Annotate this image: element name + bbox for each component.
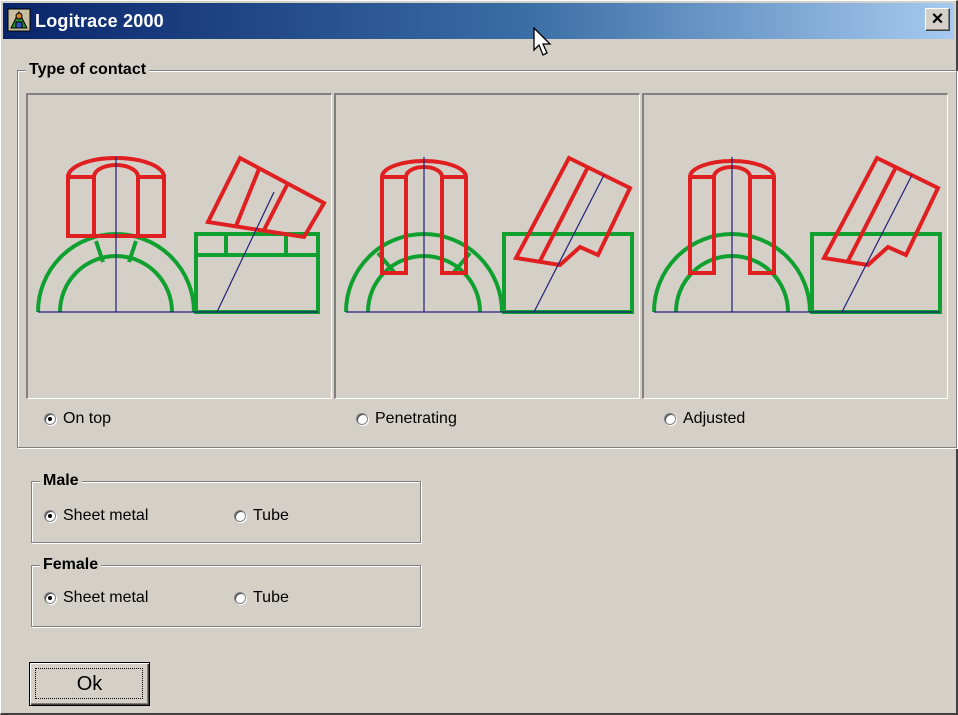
radio-female-sheet-metal[interactable]: Sheet metal <box>44 588 148 608</box>
radio-adjusted[interactable]: Adjusted <box>664 409 745 429</box>
male-legend: Male <box>40 471 82 491</box>
radio-button-icon <box>44 413 56 425</box>
type-of-contact-legend: Type of contact <box>26 60 150 80</box>
close-button[interactable]: × <box>925 8 950 31</box>
adjusted-illustration[interactable] <box>642 93 948 399</box>
radio-on-top-label: On top <box>63 410 112 427</box>
penetrating-illustration[interactable] <box>334 93 640 399</box>
title-bar[interactable]: Logitrace 2000 × <box>3 3 954 39</box>
radio-button-icon <box>44 510 56 522</box>
mouse-pointer-icon <box>533 27 552 56</box>
radio-button-icon <box>44 592 56 604</box>
radio-selected-dot <box>48 596 52 600</box>
on-top-drawing <box>36 155 327 314</box>
radio-female-sheet-metal-label: Sheet metal <box>63 589 149 606</box>
dialog-window: Logitrace 2000 × Type of contact On top … <box>0 0 958 715</box>
close-icon: × <box>931 8 944 30</box>
radio-female-tube-label: Tube <box>253 589 289 606</box>
ok-button-label: Ok <box>76 673 103 695</box>
female-part <box>36 232 320 314</box>
radio-adjusted-label: Adjusted <box>683 410 746 427</box>
radio-button-icon <box>356 413 368 425</box>
radio-male-tube[interactable]: Tube <box>234 506 289 526</box>
app-icon <box>7 8 31 32</box>
on-top-illustration[interactable] <box>26 93 332 399</box>
radio-button-icon <box>234 510 246 522</box>
radio-male-sheet-metal-label: Sheet metal <box>63 507 149 524</box>
penetrating-drawing <box>344 155 634 314</box>
radio-button-icon <box>664 413 676 425</box>
radio-on-top[interactable]: On top <box>44 409 111 429</box>
radio-button-icon <box>234 592 246 604</box>
radio-male-sheet-metal[interactable]: Sheet metal <box>44 506 148 526</box>
adjusted-drawing <box>652 155 942 314</box>
radio-male-tube-label: Tube <box>253 507 289 524</box>
radio-penetrating-label: Penetrating <box>375 410 457 427</box>
radio-selected-dot <box>48 417 52 421</box>
male-part <box>66 155 327 240</box>
ok-button[interactable]: Ok <box>29 662 150 706</box>
radio-selected-dot <box>48 514 52 518</box>
window-title: Logitrace 2000 <box>35 11 164 31</box>
female-legend: Female <box>40 555 102 575</box>
radio-penetrating[interactable]: Penetrating <box>356 409 457 429</box>
radio-female-tube[interactable]: Tube <box>234 588 289 608</box>
